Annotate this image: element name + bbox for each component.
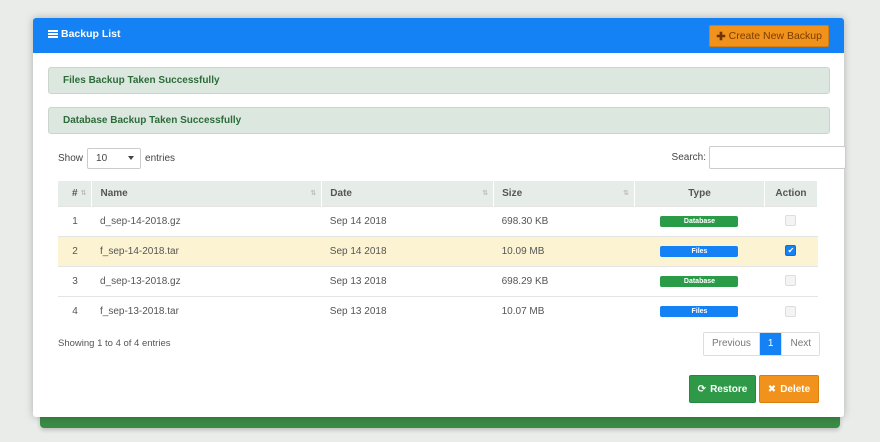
entries-length-control: Show 10 entries	[58, 148, 175, 169]
row-size: 10.09 MB	[493, 235, 635, 266]
sort-icon: ⇅	[310, 190, 317, 197]
show-label: Show	[58, 153, 84, 164]
checkmark-icon: ✔	[787, 246, 795, 256]
column-header-type[interactable]: Type	[634, 181, 765, 206]
table-header-row: # ⇅ Name ⇅ Date ⇅ Size ⇅ Type Action	[58, 181, 819, 206]
entries-select-value: 10	[96, 153, 108, 164]
refresh-icon: ⟳	[697, 383, 707, 395]
list-icon	[48, 30, 58, 38]
close-icon: ✖	[767, 383, 777, 395]
column-header-date[interactable]: Date ⇅	[321, 181, 495, 206]
column-header-action: Action	[764, 181, 819, 206]
entries-select[interactable]: 10	[87, 148, 142, 169]
column-header-name[interactable]: Name ⇅	[91, 181, 323, 206]
page-1-button[interactable]: 1	[759, 333, 782, 355]
row-number: 2	[58, 235, 92, 266]
type-badge: Database	[660, 216, 739, 227]
entries-label: entries	[145, 153, 176, 164]
row-select-checkbox[interactable]: ✔	[785, 245, 797, 257]
table-row[interactable]: 2 f_sep-14-2018.tar Sep 14 2018 10.09 MB…	[58, 235, 818, 266]
search-input[interactable]	[709, 146, 846, 169]
delete-label: Delete	[780, 383, 811, 395]
card-title: Backup List	[48, 28, 121, 40]
row-date: Sep 13 2018	[321, 295, 494, 326]
table-controls: Show 10 entries Search:	[58, 146, 846, 170]
restore-label: Restore	[710, 383, 748, 395]
row-name: f_sep-13-2018.tar	[91, 295, 322, 326]
row-name: d_sep-13-2018.gz	[91, 265, 322, 296]
files-backup-alert: Files Backup Taken Successfully	[48, 67, 830, 94]
row-size: 698.30 KB	[493, 205, 635, 236]
card-header: Backup List ✚ Create New Backup	[33, 18, 844, 53]
caret-down-icon	[128, 156, 135, 160]
table-row[interactable]: 1 d_sep-14-2018.gz Sep 14 2018 698.30 KB…	[58, 205, 818, 236]
row-date: Sep 13 2018	[321, 265, 494, 296]
row-number: 3	[58, 265, 92, 296]
table-row[interactable]: 3 d_sep-13-2018.gz Sep 13 2018 698.29 KB…	[58, 265, 818, 296]
next-page-button[interactable]: Next	[781, 333, 820, 355]
backup-card: Backup List ✚ Create New Backup Files Ba…	[33, 18, 846, 417]
database-backup-alert: Database Backup Taken Successfully	[48, 107, 830, 134]
sort-icon: ⇅	[80, 190, 87, 197]
create-new-backup-label: Create New Backup	[728, 30, 822, 42]
column-header-size[interactable]: Size ⇅	[493, 181, 636, 206]
row-select-checkbox[interactable]	[785, 305, 797, 317]
column-header-number[interactable]: # ⇅	[58, 181, 93, 206]
table-row[interactable]: 4 f_sep-13-2018.tar Sep 13 2018 10.07 MB…	[58, 295, 818, 326]
previous-page-button[interactable]: Previous	[704, 333, 760, 355]
search-control: Search:	[672, 146, 846, 169]
row-size: 10.07 MB	[493, 295, 635, 326]
plus-icon: ✚	[716, 30, 726, 43]
sort-icon: ⇅	[482, 190, 489, 197]
table-info: Showing 1 to 4 of 4 entries	[58, 338, 171, 349]
row-select-checkbox[interactable]	[785, 275, 797, 287]
create-new-backup-button[interactable]: ✚ Create New Backup	[709, 25, 829, 47]
restore-button[interactable]: ⟳ Restore	[689, 375, 756, 403]
sort-icon: ⇅	[623, 190, 630, 197]
search-label: Search:	[671, 152, 706, 163]
row-number: 1	[58, 205, 92, 236]
delete-button[interactable]: ✖ Delete	[759, 375, 819, 403]
type-badge: Database	[660, 276, 739, 287]
row-name: d_sep-14-2018.gz	[91, 205, 322, 236]
row-date: Sep 14 2018	[321, 235, 494, 266]
backup-table: # ⇅ Name ⇅ Date ⇅ Size ⇅ Type Action 1 d_sep…	[58, 181, 819, 326]
type-badge: Files	[660, 246, 739, 257]
row-name: f_sep-14-2018.tar	[91, 235, 322, 266]
row-size: 698.29 KB	[493, 265, 635, 296]
card-title-label: Backup List	[61, 28, 121, 40]
type-badge: Files	[660, 306, 739, 318]
row-date: Sep 14 2018	[321, 205, 494, 236]
row-select-checkbox[interactable]	[785, 215, 797, 227]
row-number: 4	[58, 295, 92, 326]
pagination: Previous 1 Next	[703, 332, 821, 356]
